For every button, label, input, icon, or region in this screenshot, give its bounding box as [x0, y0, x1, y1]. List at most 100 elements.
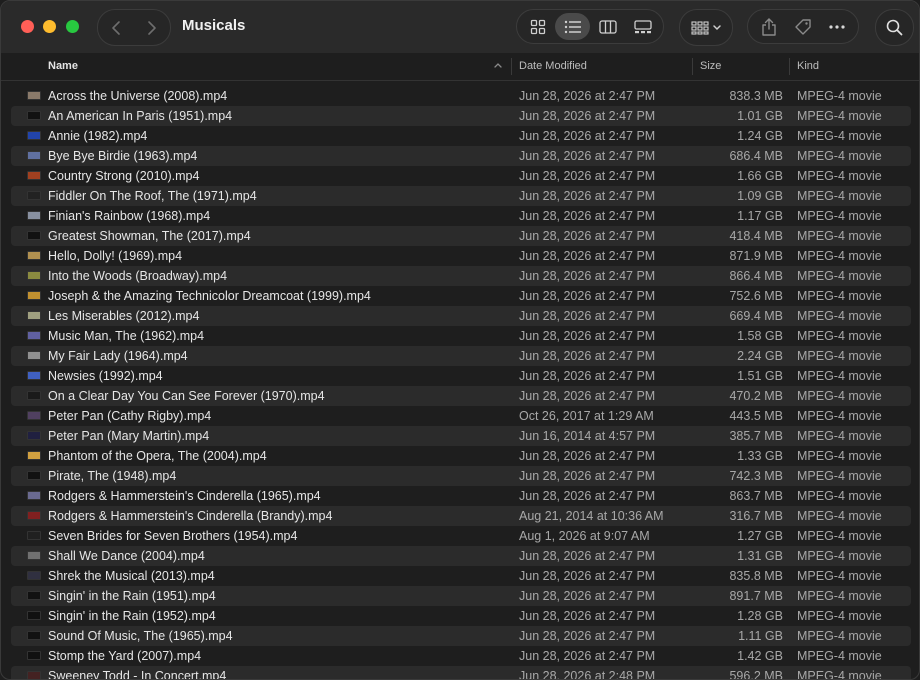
- file-row[interactable]: Country Strong (2010).mp4 Jun 28, 2026 at…: [11, 166, 911, 186]
- ellipsis-icon: [829, 24, 845, 29]
- file-kind: MPEG-4 movie: [797, 309, 882, 323]
- file-row[interactable]: Music Man, The (1962).mp4 Jun 28, 2026 at…: [11, 326, 911, 346]
- file-date-modified: Jun 28, 2026 at 2:47 PM: [519, 269, 656, 283]
- more-button[interactable]: [822, 13, 852, 40]
- file-row[interactable]: Shall We Dance (2004).mp4 Jun 28, 2026 at…: [11, 546, 911, 566]
- columns-icon: [598, 19, 617, 34]
- file-row[interactable]: Seven Brides for Seven Brothers (1954).m…: [11, 526, 911, 546]
- minimize-window-button[interactable]: [43, 20, 56, 33]
- file-name: Stomp the Yard (2007).mp4: [48, 649, 202, 663]
- search-button[interactable]: [875, 9, 914, 46]
- file-row[interactable]: Hello, Dolly! (1969).mp4 Jun 28, 2026 at …: [11, 246, 911, 266]
- video-thumbnail-icon: [27, 371, 41, 380]
- video-thumbnail-icon: [27, 431, 41, 440]
- zoom-window-button[interactable]: [66, 20, 79, 33]
- file-name: Peter Pan (Cathy Rigby).mp4: [48, 409, 212, 423]
- video-thumbnail-icon: [27, 391, 41, 400]
- video-thumbnail-icon: [27, 471, 41, 480]
- file-name: Pirate, The (1948).mp4: [48, 469, 177, 483]
- file-row[interactable]: Fiddler On The Roof, The (1971).mp4 Jun 2…: [11, 186, 911, 206]
- file-name: Les Miserables (2012).mp4: [48, 309, 200, 323]
- file-size: 2.24 GB: [737, 349, 783, 363]
- video-thumbnail-icon: [27, 331, 41, 340]
- column-separator[interactable]: [789, 58, 790, 75]
- file-kind: MPEG-4 movie: [797, 609, 882, 623]
- file-row[interactable]: Sound Of Music, The (1965).mp4 Jun 28, 20…: [11, 626, 911, 646]
- file-row[interactable]: On a Clear Day You Can See Forever (1970…: [11, 386, 911, 406]
- file-row[interactable]: Les Miserables (2012).mp4 Jun 28, 2026 at…: [11, 306, 911, 326]
- video-thumbnail-icon: [27, 351, 41, 360]
- file-row[interactable]: Singin' in the Rain (1951).mp4 Jun 28, 20…: [11, 586, 911, 606]
- file-kind: MPEG-4 movie: [797, 529, 882, 543]
- file-date-modified: Jun 28, 2026 at 2:47 PM: [519, 549, 656, 563]
- video-thumbnail-icon: [27, 111, 41, 120]
- video-thumbnail-icon: [27, 271, 41, 280]
- file-kind: MPEG-4 movie: [797, 369, 882, 383]
- file-row[interactable]: Across the Universe (2008).mp4 Jun 28, 20…: [11, 86, 911, 106]
- gallery-icon: [633, 19, 652, 33]
- file-row[interactable]: Into the Woods (Broadway).mp4 Jun 28, 202…: [11, 266, 911, 286]
- file-row[interactable]: My Fair Lady (1964).mp4 Jun 28, 2026 at 2…: [11, 346, 911, 366]
- file-date-modified: Jun 28, 2026 at 2:47 PM: [519, 109, 656, 123]
- group-by-button[interactable]: [679, 9, 733, 46]
- file-date-modified: Jun 28, 2026 at 2:47 PM: [519, 329, 656, 343]
- file-row[interactable]: Bye Bye Birdie (1963).mp4 Jun 28, 2026 at…: [11, 146, 911, 166]
- list-icon: [564, 20, 581, 33]
- column-header-date[interactable]: Date Modified: [519, 60, 587, 72]
- video-thumbnail-icon: [27, 411, 41, 420]
- file-size: 443.5 MB: [729, 409, 783, 423]
- file-row[interactable]: Peter Pan (Cathy Rigby).mp4 Oct 26, 2017 …: [11, 406, 911, 426]
- video-thumbnail-icon: [27, 511, 41, 520]
- file-name: Greatest Showman, The (2017).mp4: [48, 229, 251, 243]
- column-separator[interactable]: [692, 58, 693, 75]
- finder-window: Musicals Name Date Modified Size Kind Ac…: [0, 0, 920, 680]
- file-name: Seven Brides for Seven Brothers (1954).m…: [48, 529, 298, 543]
- file-date-modified: Jun 28, 2026 at 2:47 PM: [519, 209, 656, 223]
- column-view-button[interactable]: [590, 13, 625, 40]
- file-date-modified: Jun 28, 2026 at 2:47 PM: [519, 349, 656, 363]
- file-name: Bye Bye Birdie (1963).mp4: [48, 149, 198, 163]
- file-date-modified: Jun 28, 2026 at 2:47 PM: [519, 249, 656, 263]
- file-row[interactable]: Sweeney Todd - In Concert.mp4 Jun 28, 202…: [11, 666, 911, 679]
- file-row[interactable]: Newsies (1992).mp4 Jun 28, 2026 at 2:47 P…: [11, 366, 911, 386]
- forward-button[interactable]: [134, 10, 170, 45]
- video-thumbnail-icon: [27, 91, 41, 100]
- file-kind: MPEG-4 movie: [797, 549, 882, 563]
- file-row[interactable]: Stomp the Yard (2007).mp4 Jun 28, 2026 at…: [11, 646, 911, 666]
- file-row[interactable]: Rodgers & Hammerstein's Cinderella (1965…: [11, 486, 911, 506]
- file-row[interactable]: Finian's Rainbow (1968).mp4 Jun 28, 2026 …: [11, 206, 911, 226]
- file-row[interactable]: Shrek the Musical (2013).mp4 Jun 28, 2026…: [11, 566, 911, 586]
- share-button[interactable]: [754, 13, 784, 40]
- tags-button[interactable]: [788, 13, 818, 40]
- file-kind: MPEG-4 movie: [797, 129, 882, 143]
- list-view-button[interactable]: [555, 13, 590, 40]
- toolbar: Musicals: [1, 1, 919, 53]
- column-header-size[interactable]: Size: [700, 60, 721, 72]
- icon-view-button[interactable]: [520, 13, 555, 40]
- file-row[interactable]: Rodgers & Hammerstein's Cinderella (Bran…: [11, 506, 911, 526]
- file-row[interactable]: Greatest Showman, The (2017).mp4 Jun 28, …: [11, 226, 911, 246]
- file-row[interactable]: Phantom of the Opera, The (2004).mp4 Jun …: [11, 446, 911, 466]
- close-window-button[interactable]: [21, 20, 34, 33]
- file-size: 891.7 MB: [729, 589, 783, 603]
- file-row[interactable]: Singin' in the Rain (1952).mp4 Jun 28, 20…: [11, 606, 911, 626]
- file-row[interactable]: Pirate, The (1948).mp4 Jun 28, 2026 at 2:…: [11, 466, 911, 486]
- column-separator[interactable]: [511, 58, 512, 75]
- file-size: 1.09 GB: [737, 189, 783, 203]
- file-size: 1.66 GB: [737, 169, 783, 183]
- file-date-modified: Jun 28, 2026 at 2:47 PM: [519, 369, 656, 383]
- file-size: 470.2 MB: [729, 389, 783, 403]
- file-size: 1.33 GB: [737, 449, 783, 463]
- file-name: On a Clear Day You Can See Forever (1970…: [48, 389, 325, 403]
- file-row[interactable]: Peter Pan (Mary Martin).mp4 Jun 16, 2014 …: [11, 426, 911, 446]
- file-date-modified: Jun 28, 2026 at 2:47 PM: [519, 449, 656, 463]
- column-header-name[interactable]: Name: [48, 60, 78, 72]
- file-row[interactable]: An American In Paris (1951).mp4 Jun 28, 2…: [11, 106, 911, 126]
- back-button[interactable]: [98, 10, 134, 45]
- chevron-down-icon: [712, 24, 721, 30]
- file-row[interactable]: Annie (1982).mp4 Jun 28, 2026 at 2:47 PM 1…: [11, 126, 911, 146]
- gallery-view-button[interactable]: [625, 13, 660, 40]
- file-name: Sound Of Music, The (1965).mp4: [48, 629, 233, 643]
- column-header-kind[interactable]: Kind: [797, 60, 819, 72]
- file-row[interactable]: Joseph & the Amazing Technicolor Dreamco…: [11, 286, 911, 306]
